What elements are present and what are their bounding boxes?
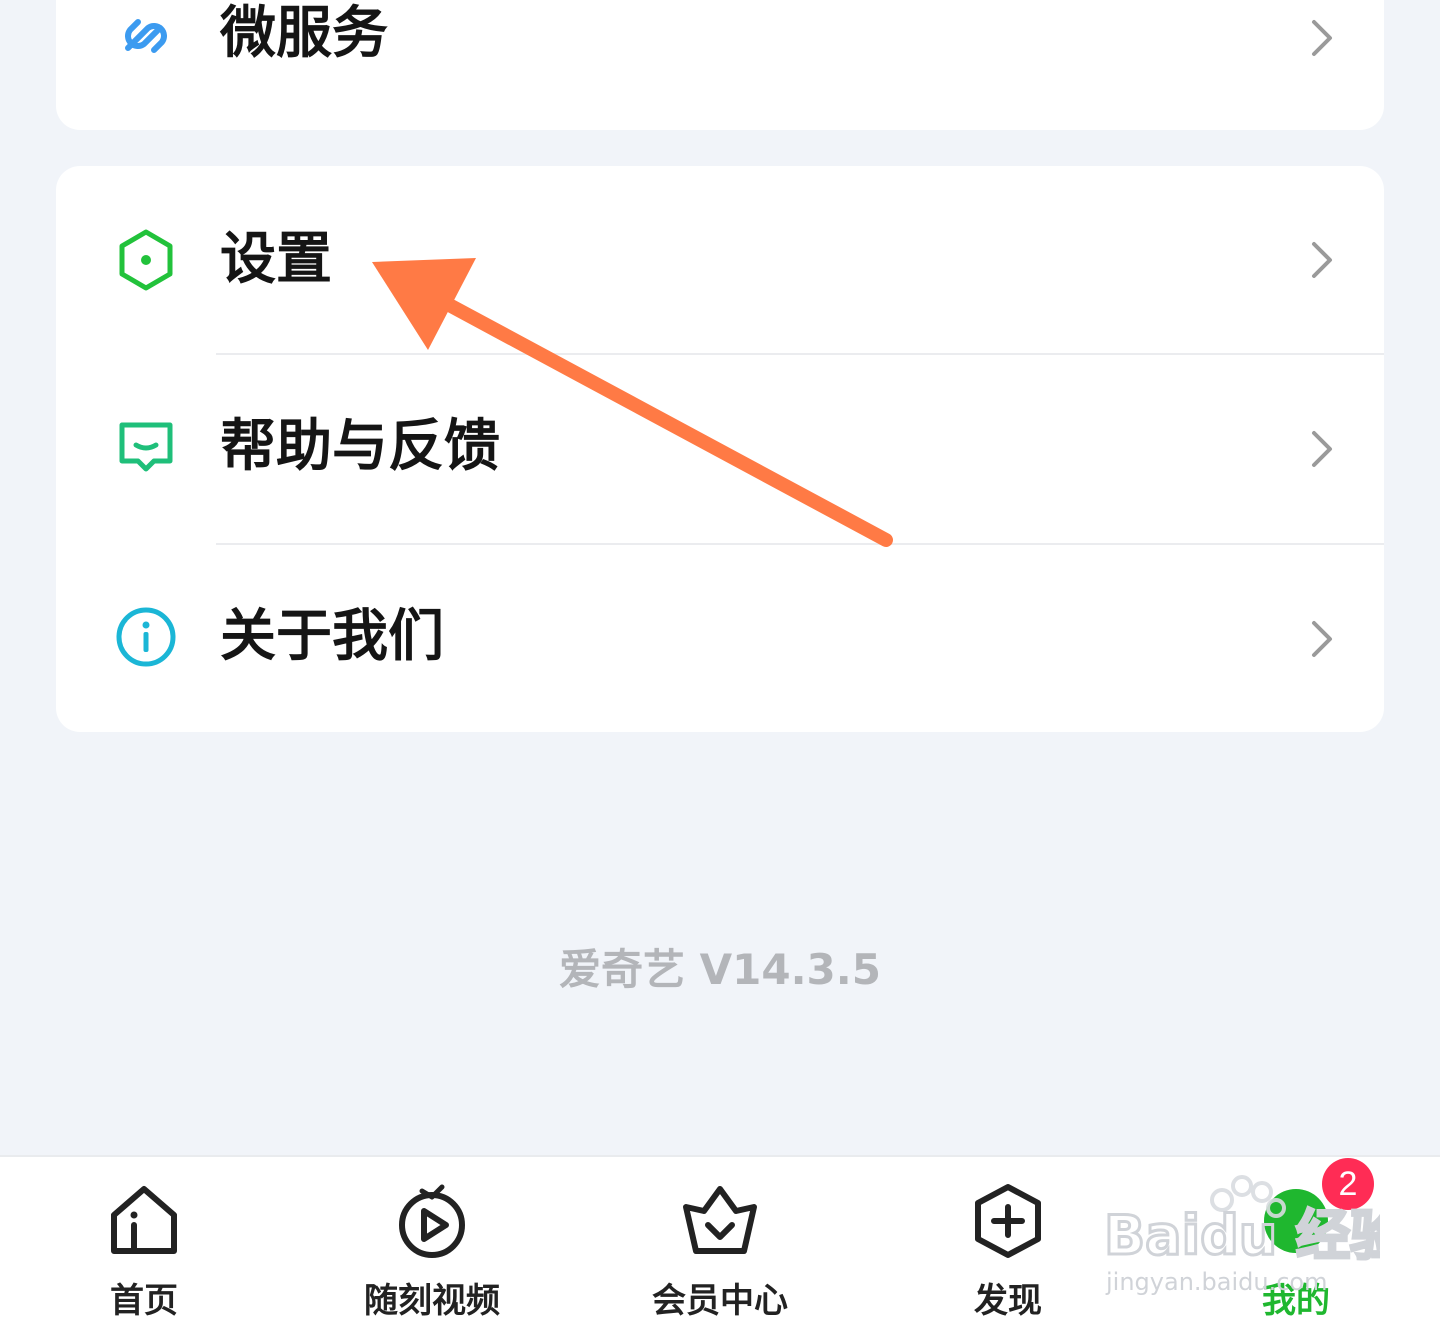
menu-item-label: 帮助与反馈 bbox=[220, 414, 500, 479]
tab-vip-center[interactable]: 会员中心 bbox=[610, 1157, 830, 1329]
menu-item-settings[interactable]: 设置 bbox=[56, 166, 1384, 354]
home-icon bbox=[111, 1186, 177, 1254]
app-version-text: 爱奇艺 V14.3.5 bbox=[559, 945, 881, 994]
info-icon bbox=[116, 607, 176, 667]
notification-badge: 2 bbox=[1322, 1158, 1374, 1210]
tab-label: 随刻视频 bbox=[364, 1281, 500, 1321]
vip-crown-icon bbox=[683, 1186, 757, 1254]
menu-item-about-us[interactable]: 关于我们 bbox=[56, 545, 1384, 732]
discover-plus-icon bbox=[975, 1184, 1041, 1258]
chevron-right-icon bbox=[1312, 431, 1332, 467]
video-play-icon bbox=[399, 1184, 465, 1258]
bottom-tab-bar: 首页 随刻视频 会员中心 发现 我的 bbox=[0, 1155, 1440, 1329]
menu-item-label: 微服务 bbox=[220, 1, 388, 66]
chevron-right-icon bbox=[1312, 621, 1332, 657]
hexagon-settings-icon bbox=[119, 229, 173, 291]
tab-suike-video[interactable]: 随刻视频 bbox=[322, 1157, 542, 1329]
menu-card-main: 设置 帮助与反馈 关于我们 bbox=[56, 166, 1384, 732]
tab-label: 首页 bbox=[110, 1281, 178, 1321]
menu-item-micro-services[interactable]: 微服务 bbox=[56, 0, 1384, 130]
tab-label: 我的 bbox=[1262, 1281, 1330, 1321]
menu-item-label: 关于我们 bbox=[220, 604, 444, 669]
chevron-right-icon bbox=[1312, 20, 1332, 56]
tab-discover[interactable]: 发现 bbox=[898, 1157, 1118, 1329]
chevron-right-icon bbox=[1312, 242, 1332, 278]
menu-item-help-feedback[interactable]: 帮助与反馈 bbox=[56, 355, 1384, 543]
feedback-chat-icon bbox=[119, 422, 173, 472]
tab-home[interactable]: 首页 bbox=[34, 1157, 254, 1329]
tab-label: 会员中心 bbox=[652, 1281, 788, 1321]
tab-label: 发现 bbox=[974, 1281, 1042, 1321]
link-icon bbox=[125, 19, 167, 53]
menu-card-top: 微服务 bbox=[56, 0, 1384, 130]
menu-item-label: 设置 bbox=[220, 227, 332, 292]
